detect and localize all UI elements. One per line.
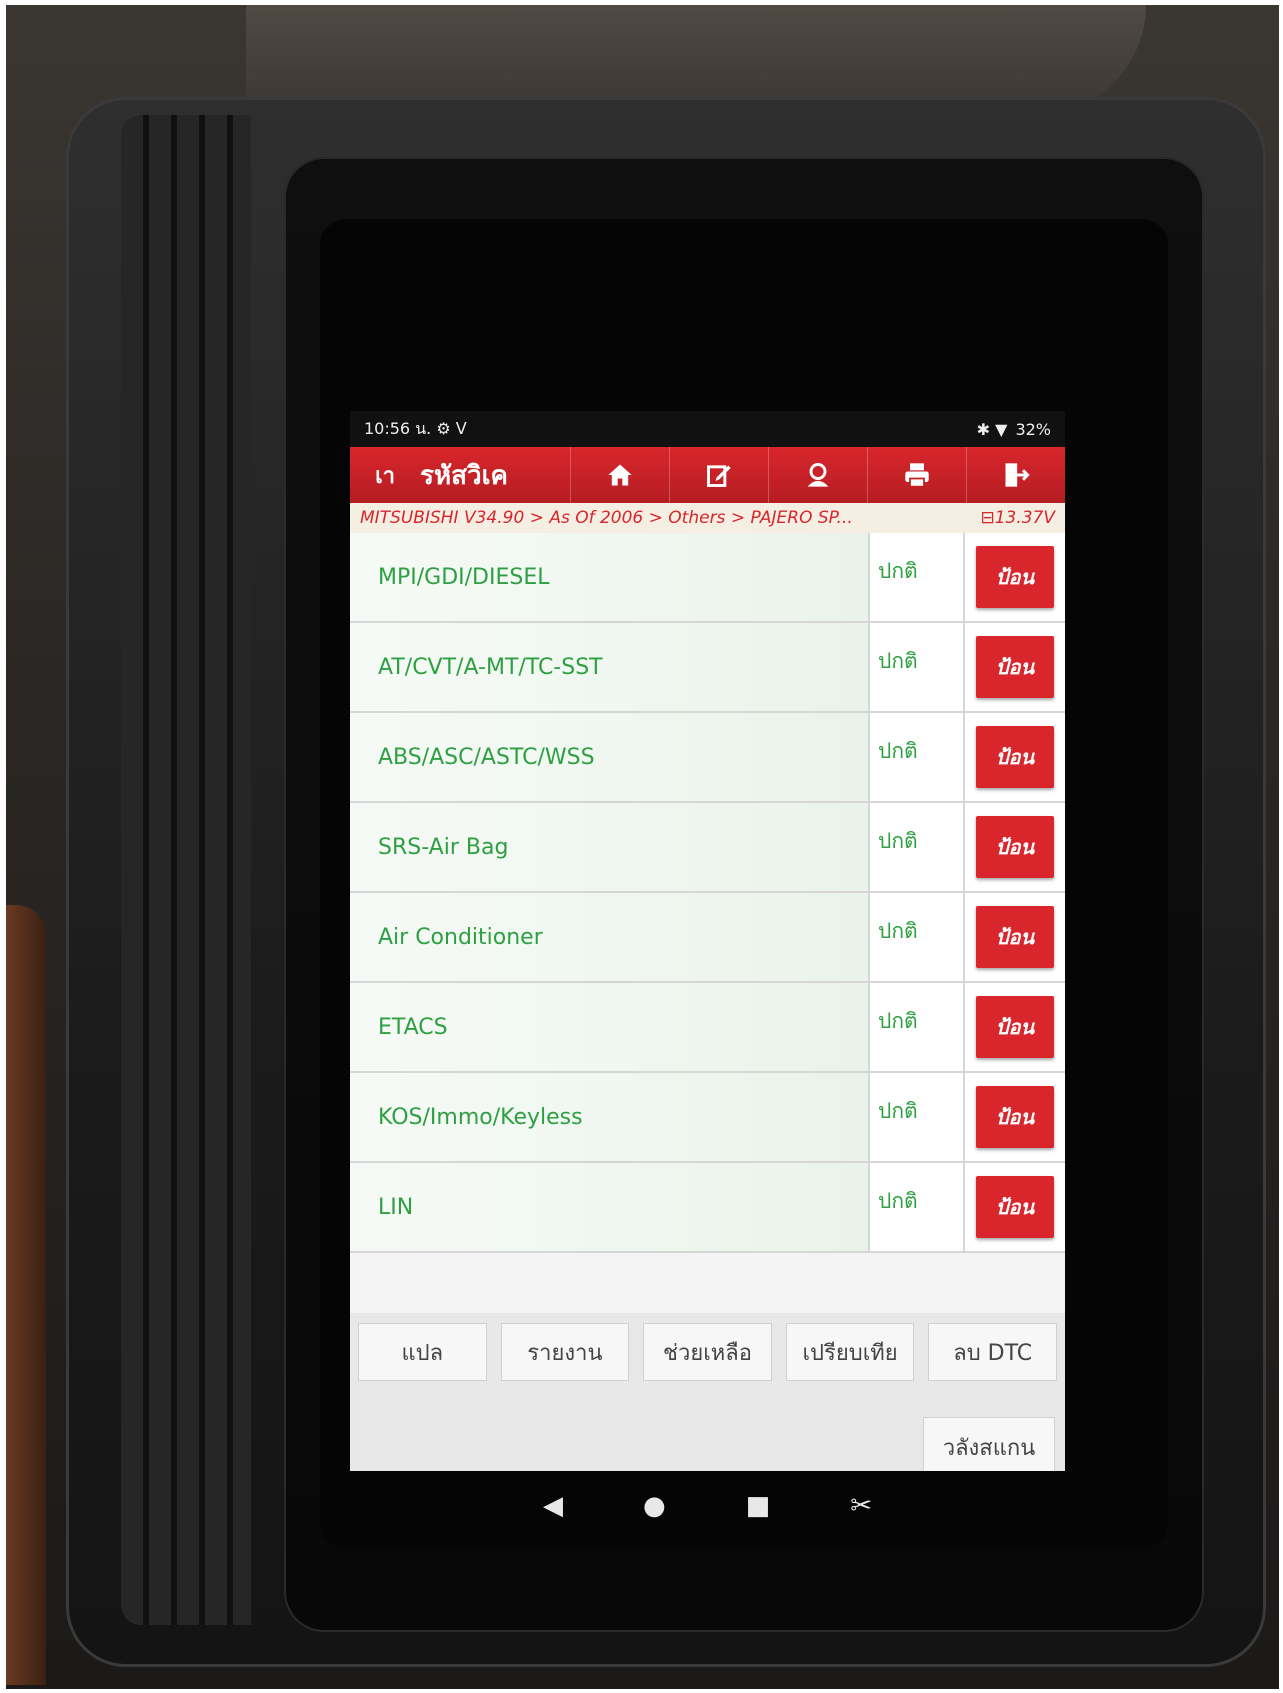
print-button[interactable] [867, 447, 966, 503]
list-spacer [350, 1253, 1065, 1313]
system-status: ปกติ [868, 983, 963, 1071]
back-button[interactable]: เา [350, 458, 420, 493]
enter-button[interactable]: ป้อน [976, 1176, 1054, 1238]
status-icons-right: ✱ ▼ [976, 419, 1008, 439]
print-icon [905, 463, 929, 488]
edit-button[interactable] [669, 447, 768, 503]
action-cell: ป้อน [963, 533, 1065, 621]
system-name: ETACS [350, 983, 868, 1071]
system-row: ETACS ปกติ ป้อน [350, 983, 1065, 1073]
tablet-bezel: 10:56 น. ⚙ ᐯ ✱ ▼ 32% เา รหัสวิเค MITSUBI… [284, 157, 1204, 1632]
system-name: AT/CVT/A-MT/TC-SST [350, 623, 868, 711]
action-cell: ป้อน [963, 1163, 1065, 1251]
toolbar: เา รหัสวิเค [350, 447, 1065, 503]
system-name: SRS-Air Bag [350, 803, 868, 891]
system-status: ปกติ [868, 893, 963, 981]
system-row: Air Conditioner ปกติ ป้อน [350, 893, 1065, 983]
translate-button[interactable]: แปล [358, 1323, 487, 1381]
system-status: ปกติ [868, 1073, 963, 1161]
rescan-button[interactable]: วลังสแกน [923, 1417, 1055, 1471]
system-list: MPI/GDI/DIESEL ปกติ ป้อน AT/CVT/A-MT/TC-… [350, 533, 1065, 1253]
nav-back-icon[interactable]: ◀ [543, 1491, 563, 1521]
enter-button[interactable]: ป้อน [976, 816, 1054, 878]
action-cell: ป้อน [963, 623, 1065, 711]
screen-glass: 10:56 น. ⚙ ᐯ ✱ ▼ 32% เา รหัสวิเค MITSUBI… [320, 219, 1168, 1549]
system-name: ABS/ASC/ASTC/WSS [350, 713, 868, 801]
app-screen: 10:56 น. ⚙ ᐯ ✱ ▼ 32% เา รหัสวิเค MITSUBI… [350, 411, 1065, 1471]
system-row: AT/CVT/A-MT/TC-SST ปกติ ป้อน [350, 623, 1065, 713]
system-row: ABS/ASC/ASTC/WSS ปกติ ป้อน [350, 713, 1065, 803]
clock: 10:56 น. [364, 418, 432, 438]
system-row: MPI/GDI/DIESEL ปกติ ป้อน [350, 533, 1065, 623]
photo-background: 10:56 น. ⚙ ᐯ ✱ ▼ 32% เา รหัสวิเค MITSUBI… [6, 5, 1279, 1689]
enter-button[interactable]: ป้อน [976, 636, 1054, 698]
system-name: LIN [350, 1163, 868, 1251]
page-title: รหัสวิเค [420, 460, 508, 491]
nav-recent-icon[interactable]: ■ [746, 1491, 771, 1521]
user-button[interactable] [768, 447, 867, 503]
breadcrumb: MITSUBISHI V34.90 > As Of 2006 > Others … [350, 503, 1065, 533]
enter-button[interactable]: ป้อน [976, 726, 1054, 788]
android-nav-bar: ◀ ● ■ ✂ [350, 1471, 1065, 1541]
screenshot-icon[interactable]: ✂ [850, 1491, 872, 1521]
system-name: KOS/Immo/Keyless [350, 1073, 868, 1161]
system-name: Air Conditioner [350, 893, 868, 981]
battery-voltage: ⊟13.37V [980, 508, 1055, 528]
home-button[interactable] [570, 447, 669, 503]
enter-button[interactable]: ป้อน [976, 546, 1054, 608]
system-status: ปกติ [868, 803, 963, 891]
voltage-value: 13.37V [994, 508, 1055, 528]
enter-button[interactable]: ป้อน [976, 1086, 1054, 1148]
tablet-grip-ribs [121, 115, 251, 1625]
diagnostic-tablet: 10:56 น. ⚙ ᐯ ✱ ▼ 32% เา รหัสวิเค MITSUBI… [66, 97, 1266, 1667]
system-name: MPI/GDI/DIESEL [350, 533, 868, 621]
help-button[interactable]: ช่วยเหลือ [643, 1323, 772, 1381]
system-status: ปกติ [868, 713, 963, 801]
enter-button[interactable]: ป้อน [976, 996, 1054, 1058]
action-cell: ป้อน [963, 893, 1065, 981]
system-status: ปกติ [868, 533, 963, 621]
action-cell: ป้อน [963, 1073, 1065, 1161]
system-status: ปกติ [868, 1163, 963, 1251]
action-cell: ป้อน [963, 713, 1065, 801]
report-button[interactable]: รายงาน [500, 1323, 630, 1381]
system-row: KOS/Immo/Keyless ปกติ ป้อน [350, 1073, 1065, 1163]
compare-button[interactable]: เปรียบเทีย [785, 1323, 915, 1381]
user-icon [807, 463, 829, 487]
action-bar: แปล รายงาน ช่วยเหลือ เปรียบเทีย ลบ DTC [350, 1313, 1065, 1391]
action-cell: ป้อน [963, 803, 1065, 891]
bottom-area: วลังสแกน [350, 1391, 1065, 1471]
edit-icon [707, 465, 731, 487]
breadcrumb-path: MITSUBISHI V34.90 > As Of 2006 > Others … [360, 508, 853, 528]
hand [6, 905, 46, 1685]
system-row: SRS-Air Bag ปกติ ป้อน [350, 803, 1065, 893]
enter-button[interactable]: ป้อน [976, 906, 1054, 968]
home-icon [608, 464, 632, 486]
exit-button[interactable] [966, 447, 1065, 503]
car-battery-icon: ⊟ [980, 508, 995, 528]
status-icons-left: ⚙ ᐯ [436, 418, 467, 438]
system-row: LIN ปกติ ป้อน [350, 1163, 1065, 1253]
status-bar: 10:56 น. ⚙ ᐯ ✱ ▼ 32% [350, 411, 1065, 447]
system-status: ปกติ [868, 623, 963, 711]
action-cell: ป้อน [963, 983, 1065, 1071]
exit-icon [1005, 463, 1030, 487]
nav-home-icon[interactable]: ● [643, 1491, 666, 1521]
clear-dtc-button[interactable]: ลบ DTC [928, 1323, 1057, 1381]
battery-level: 32% [1015, 419, 1051, 439]
